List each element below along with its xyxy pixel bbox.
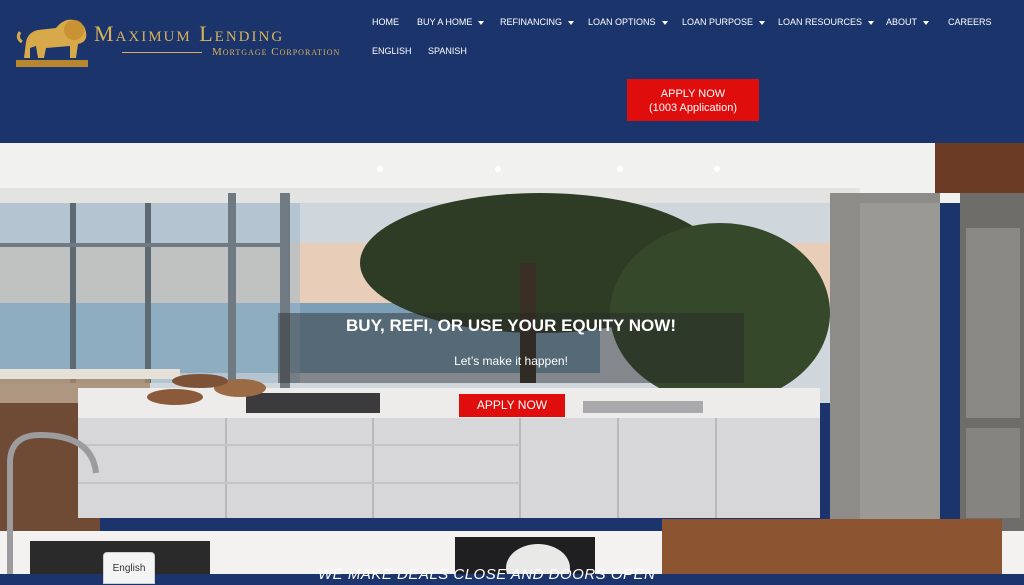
apply-top-line2: (1003 Application) (648, 102, 738, 114)
nav-item-home[interactable]: HOME (372, 16, 399, 28)
chevron-down-icon (923, 20, 930, 25)
nav-label: BUY A HOME (417, 17, 473, 27)
nav-label: ABOUT (886, 17, 918, 27)
nav-item-loan-purpose[interactable]: LOAN PURPOSE (682, 16, 766, 28)
nav-label: LOAN OPTIONS (588, 17, 656, 27)
nav-item-refinancing[interactable]: REFINANCING (500, 16, 575, 28)
nav-label: CAREERS (948, 17, 992, 27)
nav-label: ENGLISH (372, 46, 412, 56)
nav-label: SPANISH (428, 46, 467, 56)
chevron-down-icon (478, 20, 485, 25)
nav-item-loan-resources[interactable]: LOAN RESOURCES (778, 16, 875, 28)
apply-now-1003-button[interactable]: APPLY NOW (1003 Application) (627, 79, 759, 121)
footer-tagline: WE MAKE DEALS CLOSE AND DOORS OPEN (318, 566, 656, 583)
hero-subline: Let’s make it happen! (454, 354, 568, 368)
nav-label: LOAN PURPOSE (682, 17, 754, 27)
site-header: Maximum Lending Mortgage Corporation HOM… (0, 0, 1024, 143)
chevron-down-icon (868, 20, 875, 25)
nav-item-loan-options[interactable]: LOAN OPTIONS (588, 16, 668, 28)
hero-headline: BUY, REFI, OR USE YOUR EQUITY NOW! (346, 316, 676, 335)
nav-item-buy-a-home[interactable]: BUY A HOME (417, 16, 485, 28)
nav-label: LOAN RESOURCES (778, 17, 863, 27)
language-selector[interactable]: English (103, 552, 155, 584)
nav-label: REFINANCING (500, 17, 563, 27)
nav-label: HOME (372, 17, 399, 27)
chevron-down-icon (568, 20, 575, 25)
nav-item-about[interactable]: ABOUT (886, 16, 930, 28)
chevron-down-icon (759, 20, 766, 25)
brand-divider (122, 52, 202, 53)
lion-logo-icon (16, 19, 88, 67)
nav-item-careers[interactable]: CAREERS (948, 16, 992, 28)
brand-logo[interactable]: Maximum Lending Mortgage Corporation (16, 12, 346, 70)
brand-name: Maximum Lending (94, 21, 285, 46)
nav-item-english[interactable]: ENGLISH (372, 45, 412, 57)
hero-apply-now-button[interactable]: APPLY NOW (459, 394, 565, 417)
apply-top-line1: APPLY NOW (660, 88, 726, 100)
nav-item-spanish[interactable]: SPANISH (428, 45, 467, 57)
chevron-down-icon (661, 20, 668, 25)
brand-subtitle: Mortgage Corporation (212, 46, 341, 58)
